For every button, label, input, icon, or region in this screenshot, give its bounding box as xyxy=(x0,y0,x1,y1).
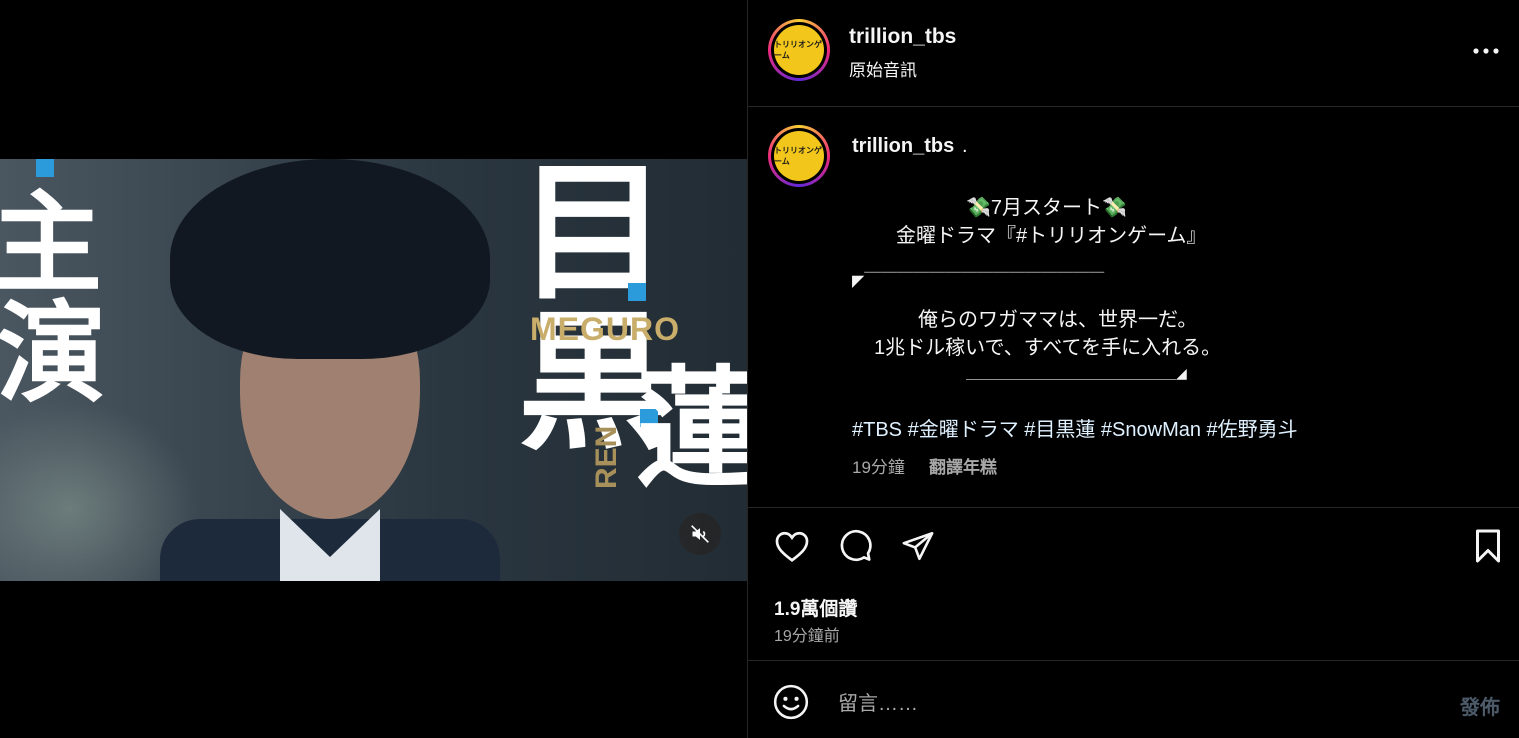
hair-shape xyxy=(170,159,490,359)
avatar-image: トリリオンゲーム xyxy=(774,25,824,75)
caption-dot: . xyxy=(962,135,968,157)
emoji-button[interactable] xyxy=(772,683,812,723)
post-button[interactable]: 發佈 xyxy=(1460,691,1500,720)
save-button[interactable] xyxy=(1468,526,1508,566)
heart-icon xyxy=(775,531,809,562)
comment-icon xyxy=(840,529,872,562)
bookmark-icon xyxy=(1476,529,1500,563)
post-header: トリリオンゲーム trillion_tbs 原始音訊 xyxy=(748,0,1519,107)
caption-line: 俺らのワガママは、世界一だ。 xyxy=(918,309,1198,331)
caption-line: ＿＿＿＿＿＿＿＿＿＿＿＿＿＿＿◢ xyxy=(966,365,1187,381)
caption-line: 💸7月スタート💸 xyxy=(966,197,1127,219)
blue-square xyxy=(628,283,646,301)
overlay-text-shu: 主 xyxy=(0,180,102,308)
avatar-image: トリリオンゲーム xyxy=(774,131,824,181)
header-username[interactable]: trillion_tbs xyxy=(849,25,956,49)
more-horizontal-icon xyxy=(1473,48,1499,54)
translate-button[interactable]: 翻譯年糕 xyxy=(929,453,997,478)
share-icon xyxy=(902,531,934,561)
comment-button[interactable] xyxy=(835,526,875,566)
name-romaji: MEGURO xyxy=(530,311,680,347)
avatar[interactable]: トリリオンゲーム xyxy=(768,19,830,81)
speaker-muted-icon xyxy=(691,525,709,543)
more-button[interactable] xyxy=(1470,36,1502,66)
emoji-icon xyxy=(773,684,809,720)
avatar[interactable]: トリリオンゲーム xyxy=(768,125,830,187)
hashtags[interactable]: #TBS #金曜ドラマ #目黒蓮 #SnowMan #佐野勇斗 xyxy=(852,413,1298,442)
name-romaji-first: REN xyxy=(590,425,623,489)
action-bar: 1.9萬個讚 19分鐘前 xyxy=(748,508,1519,661)
post-panel: トリリオンゲーム trillion_tbs 原始音訊 トリリオンゲーム tril… xyxy=(747,0,1519,738)
caption-time: 19分鐘 xyxy=(852,458,905,477)
caption-username[interactable]: trillion_tbs xyxy=(852,135,954,158)
overlay-text-en: 演 xyxy=(0,290,106,418)
share-button[interactable] xyxy=(898,526,938,566)
caption-line: 1兆ドル稼いで、すべてを手に入れる。 xyxy=(874,337,1222,359)
video-player[interactable]: 主 演 目黒 MEGURO 蓮 REN xyxy=(0,159,747,581)
caption-line: 金曜ドラマ『#トリリオンゲーム』 xyxy=(896,225,1207,247)
audio-label[interactable]: 原始音訊 xyxy=(849,56,917,81)
like-count[interactable]: 1.9萬個讚 xyxy=(774,594,857,621)
posted-time: 19分鐘前 xyxy=(774,628,840,645)
person-portrait xyxy=(160,159,500,581)
blue-square xyxy=(36,159,54,177)
caption-area: トリリオンゲーム trillion_tbs . 💸7月スタート💸 金曜ドラマ『#… xyxy=(748,107,1519,508)
media-area: 主 演 目黒 MEGURO 蓮 REN xyxy=(0,0,747,738)
caption-line: ◤￣￣￣￣￣￣￣￣￣￣￣￣￣￣￣ xyxy=(852,273,1105,290)
mute-button[interactable] xyxy=(679,513,721,555)
overlay-text-ren: 蓮 xyxy=(636,353,747,505)
comment-bar: 發佈 xyxy=(748,661,1519,738)
comment-input[interactable] xyxy=(836,688,1400,720)
like-button[interactable] xyxy=(772,526,812,566)
